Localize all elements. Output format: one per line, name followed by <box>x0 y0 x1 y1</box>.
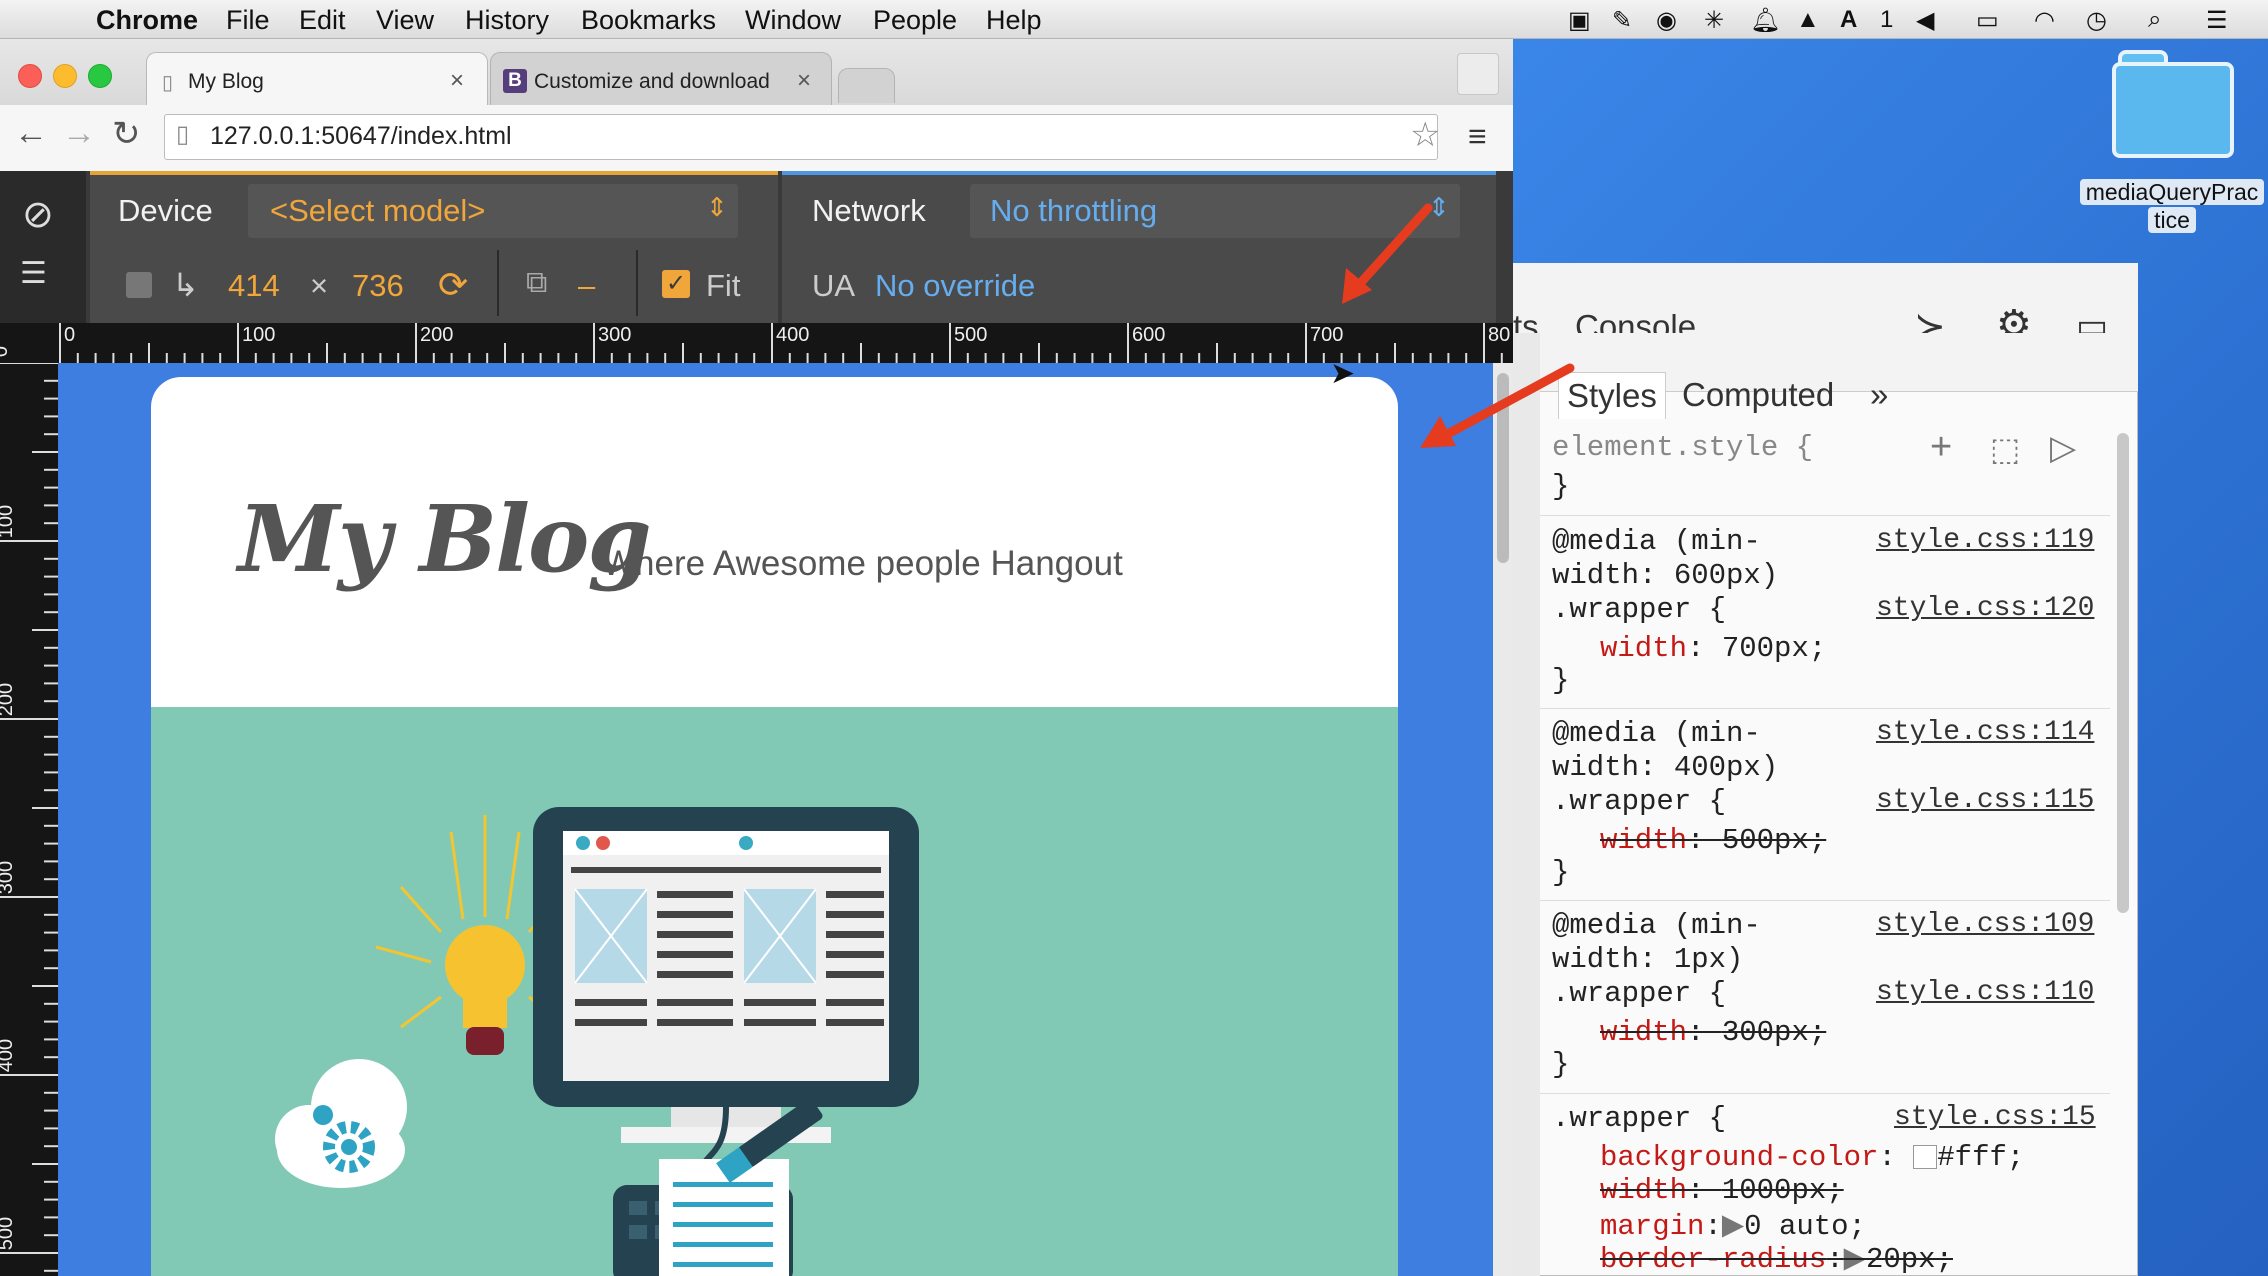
red-arrow-icon <box>1342 203 1433 304</box>
annotation-arrows <box>1342 203 1575 448</box>
red-arrow-icon <box>1420 363 1575 448</box>
